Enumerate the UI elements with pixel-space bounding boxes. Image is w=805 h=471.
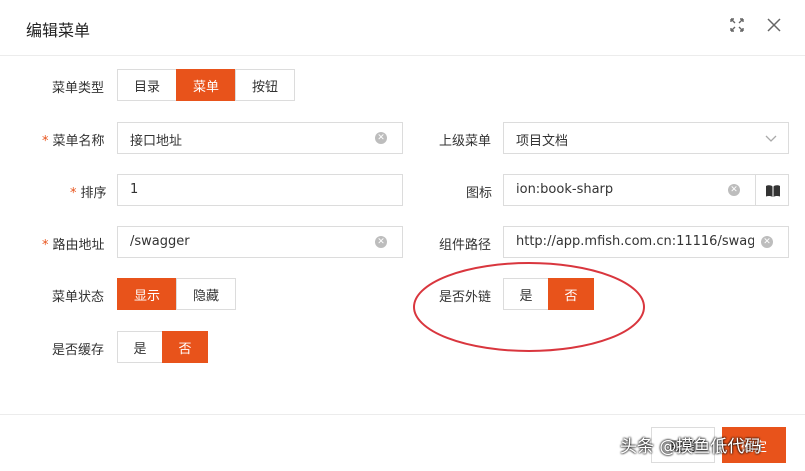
external-link-option-no[interactable]: 否: [548, 278, 594, 310]
footer-divider: [0, 414, 805, 415]
dialog-header: 编辑菜单: [0, 0, 805, 56]
component-path-input[interactable]: http://app.mfish.com.cn:11116/swagger ✕: [503, 226, 789, 258]
keep-cache-group: 是 否: [117, 331, 208, 363]
external-link-group: 是 否: [503, 278, 594, 310]
sort-label: * 排序: [70, 182, 107, 201]
external-link-label: 是否外链: [439, 290, 492, 305]
menu-type-option-button[interactable]: 按钮: [235, 69, 295, 101]
menu-name-label: * 菜单名称: [42, 130, 105, 149]
menu-type-option-menu[interactable]: 菜单: [176, 69, 236, 101]
component-path-value: http://app.mfish.com.cn:11116/swagger: [516, 234, 754, 249]
required-mark: *: [42, 134, 49, 149]
route-path-value: /swagger: [130, 234, 190, 249]
route-path-input[interactable]: /swagger ✕: [117, 226, 403, 258]
edit-menu-dialog: 编辑菜单 菜单类型 目录 菜单 按钮 * 菜单名称 接口地址 ✕ 上级菜单 项目文…: [0, 0, 805, 471]
book-icon: [766, 185, 780, 197]
icon-value: ion:book-sharp: [516, 182, 614, 197]
sort-value: 1: [130, 182, 139, 197]
menu-type-option-directory[interactable]: 目录: [117, 69, 177, 101]
route-path-label-text: 路由地址: [52, 238, 105, 253]
external-link-option-yes[interactable]: 是: [503, 278, 549, 310]
parent-menu-select[interactable]: 项目文档: [503, 122, 789, 154]
menu-status-option-hide[interactable]: 隐藏: [176, 278, 236, 310]
menu-name-label-text: 菜单名称: [52, 134, 105, 149]
clear-icon[interactable]: ✕: [375, 236, 387, 248]
menu-type-label: 菜单类型: [52, 81, 105, 96]
chevron-down-icon: [764, 131, 778, 145]
icon-input[interactable]: ion:book-sharp ✕: [503, 174, 756, 206]
sort-label-text: 排序: [80, 186, 107, 201]
menu-type-group: 目录 菜单 按钮: [117, 69, 295, 101]
parent-menu-label: 上级菜单: [439, 134, 492, 149]
menu-status-group: 显示 隐藏: [117, 278, 236, 310]
clear-icon[interactable]: ✕: [375, 132, 387, 144]
watermark: 头条 @摸鱼低代码: [620, 437, 762, 457]
route-path-label: * 路由地址: [42, 234, 105, 253]
parent-menu-value: 项目文档: [516, 134, 569, 149]
keep-cache-option-no[interactable]: 否: [162, 331, 208, 363]
required-mark: *: [70, 186, 77, 201]
icon-label: 图标: [466, 186, 493, 201]
fullscreen-icon[interactable]: [728, 16, 746, 34]
keep-cache-label: 是否缓存: [52, 343, 105, 358]
dialog-title: 编辑菜单: [26, 21, 91, 40]
menu-status-label: 菜单状态: [52, 290, 105, 305]
menu-status-option-show[interactable]: 显示: [117, 278, 177, 310]
clear-icon[interactable]: ✕: [728, 184, 740, 196]
required-mark: *: [42, 238, 49, 253]
icon-picker-button[interactable]: [755, 174, 789, 206]
clear-icon[interactable]: ✕: [761, 236, 773, 248]
close-icon[interactable]: [765, 16, 783, 34]
menu-name-input[interactable]: 接口地址 ✕: [117, 122, 403, 154]
component-path-label: 组件路径: [439, 238, 492, 253]
keep-cache-option-yes[interactable]: 是: [117, 331, 163, 363]
menu-name-value: 接口地址: [130, 134, 183, 149]
sort-input[interactable]: 1: [117, 174, 403, 206]
